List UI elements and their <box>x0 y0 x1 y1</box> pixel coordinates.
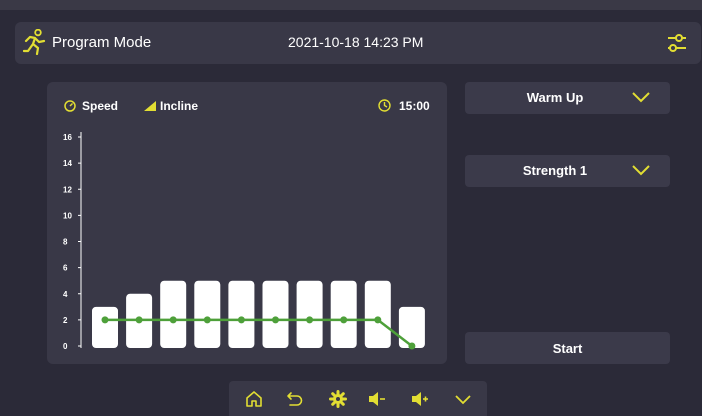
y-tick-label: 8 <box>63 238 68 247</box>
top-edge-strip <box>0 0 702 10</box>
speed-point <box>169 316 177 324</box>
incline-bar <box>364 280 391 348</box>
speed-point <box>408 342 416 350</box>
y-tick-label: 16 <box>63 133 72 142</box>
incline-bar <box>296 280 323 348</box>
speed-point <box>272 316 279 324</box>
chevron-down-icon[interactable] <box>454 390 472 408</box>
speed-point <box>101 316 109 324</box>
incline-speed-chart: 0 2 4 6 8 10 12 14 16 <box>63 132 425 351</box>
back-icon[interactable] <box>286 390 304 408</box>
y-tick-label: 2 <box>63 316 68 325</box>
incline-bar <box>92 306 118 348</box>
settings-sliders-icon[interactable] <box>666 32 688 54</box>
start-button[interactable]: Start <box>465 332 670 364</box>
level-select-dropdown[interactable]: Strength 1 <box>465 155 670 187</box>
y-tick-label: 6 <box>63 264 68 273</box>
y-tick-label: 4 <box>63 290 68 299</box>
speed-point <box>237 316 245 324</box>
datetime-display: 2021-10-18 14:23 PM <box>288 34 424 50</box>
gear-icon[interactable] <box>329 390 347 408</box>
volume-down-icon[interactable] <box>368 390 386 408</box>
speed-point <box>135 316 143 324</box>
y-tick-label: 14 <box>63 159 72 168</box>
y-tick-label: 12 <box>63 185 72 194</box>
chevron-down-icon <box>632 92 650 103</box>
incline-bar <box>262 280 289 348</box>
speed-point <box>203 316 211 324</box>
incline-bar <box>330 280 357 348</box>
speed-point <box>340 316 348 324</box>
chevron-down-icon <box>632 165 650 176</box>
speed-point <box>374 316 382 324</box>
incline-bar <box>194 280 221 348</box>
incline-bar <box>228 280 255 348</box>
program-chart-panel: Speed Incline 15:00 0 2 4 6 8 10 12 14 16 <box>47 82 447 364</box>
program-select-value: Warm Up <box>526 90 584 105</box>
y-tick-label: 0 <box>63 342 68 351</box>
incline-bar <box>398 306 425 348</box>
start-button-label: Start <box>552 341 583 356</box>
incline-bar <box>160 280 187 348</box>
level-select-value: Strength 1 <box>522 163 588 178</box>
speed-point <box>306 316 314 324</box>
volume-up-icon[interactable] <box>411 390 429 408</box>
bottom-nav-bar <box>229 381 487 416</box>
y-tick-label: 10 <box>63 211 72 220</box>
home-icon[interactable] <box>245 390 263 408</box>
page-title: Program Mode <box>52 34 152 51</box>
running-person-icon <box>23 29 46 55</box>
program-select-dropdown[interactable]: Warm Up <box>465 82 670 114</box>
header-bar: Program Mode 2021-10-18 14:23 PM <box>15 22 701 64</box>
